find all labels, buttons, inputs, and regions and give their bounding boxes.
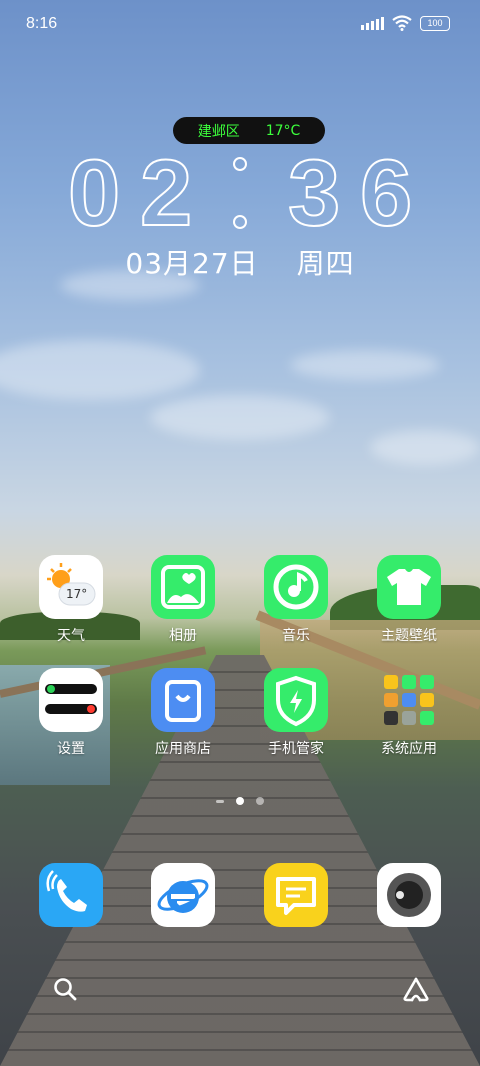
- app-label-settings: 设置: [57, 741, 85, 757]
- search-icon[interactable]: [52, 976, 78, 1002]
- app-label-theme: 主题壁纸: [381, 628, 437, 644]
- colon-dot-top: [233, 157, 247, 171]
- settings-icon: [39, 668, 103, 732]
- app-label-system: 系统应用: [381, 741, 437, 757]
- page-dot-2[interactable]: [236, 797, 244, 805]
- colon-dot-bottom: [233, 215, 247, 229]
- app-label-weather: 天气: [57, 628, 85, 644]
- home-search-bar[interactable]: [36, 964, 446, 1012]
- date-text: 03月27日: [125, 247, 259, 280]
- weather-badge: 17°: [66, 587, 88, 601]
- hour-digit-1: 0: [67, 140, 121, 245]
- dock-camera[interactable]: [364, 863, 454, 927]
- album-icon: [151, 555, 215, 619]
- message-icon: [264, 863, 328, 927]
- big-clock[interactable]: 0 2 3 6: [60, 140, 420, 245]
- assistant-icon[interactable]: [402, 976, 430, 1002]
- security-icon: [264, 668, 328, 732]
- hour-digit-2: 2: [139, 140, 193, 245]
- battery-icon: 100: [420, 15, 450, 31]
- status-time: 8:16: [26, 15, 58, 32]
- wifi-icon: [392, 15, 412, 31]
- music-icon: [264, 555, 328, 619]
- app-label-music: 音乐: [282, 628, 310, 644]
- camera-icon: [377, 863, 441, 927]
- app-weather[interactable]: 17° 天气: [26, 555, 116, 645]
- app-theme[interactable]: 主题壁纸: [364, 555, 454, 645]
- date-line[interactable]: 03月27日 周四: [0, 242, 480, 282]
- phone-icon: [39, 863, 103, 927]
- page-indicator[interactable]: [0, 797, 480, 805]
- page-dot-3[interactable]: [256, 797, 264, 805]
- app-music[interactable]: 音乐: [251, 555, 341, 645]
- minute-digit-1: 3: [287, 140, 341, 245]
- app-album[interactable]: 相册: [138, 555, 228, 645]
- status-icons: 100: [361, 15, 450, 31]
- status-bar: 8:16 100: [0, 0, 480, 50]
- signal-icon: [361, 16, 384, 30]
- app-settings[interactable]: 设置: [26, 668, 116, 758]
- app-label-album: 相册: [169, 628, 197, 644]
- folder-icon: [377, 668, 441, 732]
- theme-icon: [377, 555, 441, 619]
- browser-icon: [151, 863, 215, 927]
- dock-browser[interactable]: [138, 863, 228, 927]
- weekday-text: 周四: [296, 247, 355, 280]
- app-security[interactable]: 手机管家: [251, 668, 341, 758]
- location-text: 建邺区: [197, 123, 240, 140]
- app-label-store: 应用商店: [155, 741, 211, 757]
- dock-phone[interactable]: [26, 863, 116, 927]
- minute-digit-2: 6: [359, 140, 413, 245]
- app-folder-system[interactable]: 系统应用: [364, 668, 454, 758]
- weather-icon: 17°: [39, 555, 103, 619]
- page-dot-1[interactable]: [216, 799, 224, 803]
- temperature-text: 17°C: [265, 122, 301, 139]
- app-store[interactable]: 应用商店: [138, 668, 228, 758]
- dock-messages[interactable]: [251, 863, 341, 927]
- app-label-security: 手机管家: [268, 741, 324, 757]
- app-store-icon: [151, 668, 215, 732]
